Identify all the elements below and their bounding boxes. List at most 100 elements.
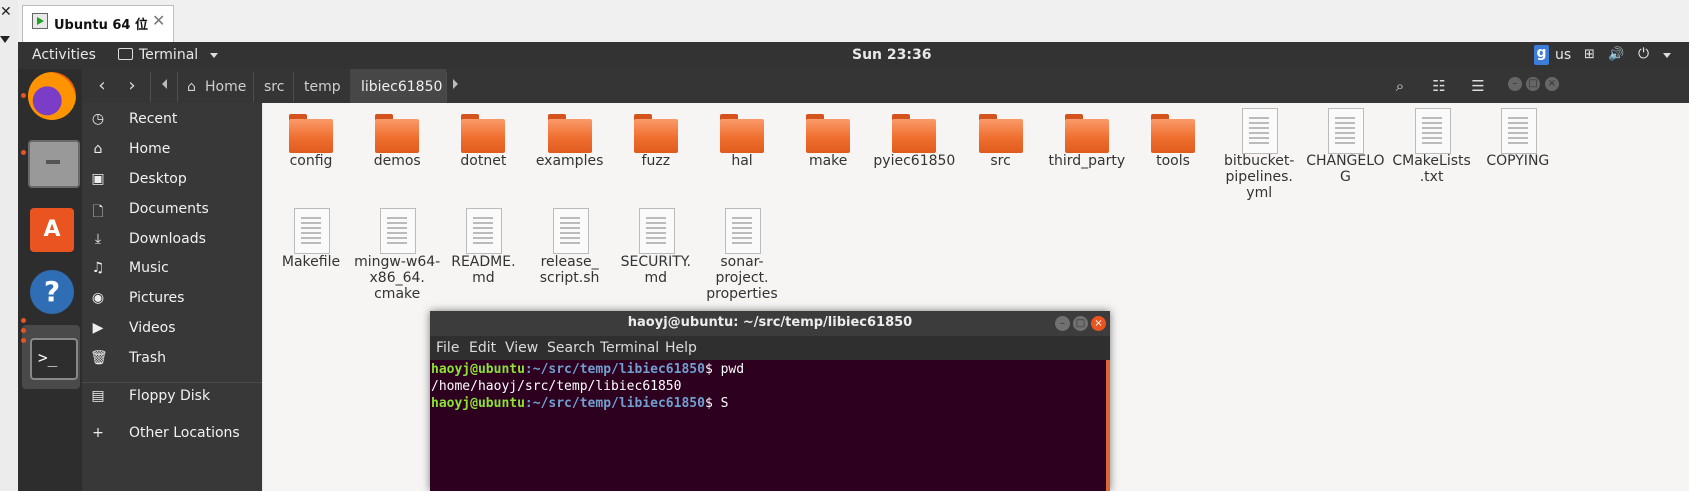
file-icon[interactable] — [638, 208, 675, 254]
folder-icon[interactable] — [633, 114, 678, 154]
file-icon[interactable] — [294, 208, 330, 254]
clock[interactable]: Sun 23:36 — [852, 47, 931, 63]
sidebar-item-documents[interactable]: Documents — [129, 201, 209, 217]
file-icon[interactable] — [725, 208, 761, 254]
folder-icon[interactable] — [806, 114, 851, 154]
file-item-label[interactable]: CMakeLists .txt — [1387, 153, 1477, 185]
back-button[interactable]: ‹ — [88, 72, 116, 100]
file-icon[interactable] — [380, 208, 417, 254]
activities-button[interactable]: Activities — [32, 47, 96, 63]
menu-file[interactable]: File — [436, 340, 459, 356]
menu-terminal[interactable]: Terminal — [600, 340, 659, 356]
sidebar-item-music[interactable]: Music — [129, 260, 169, 276]
file-icon[interactable] — [1414, 108, 1451, 154]
files-icon[interactable] — [28, 140, 80, 188]
terminal-minimize-icon[interactable]: – — [1055, 316, 1070, 331]
file-item-label[interactable]: examples — [525, 153, 615, 169]
file-icon[interactable] — [1328, 108, 1365, 154]
sidebar-divider — [82, 382, 262, 383]
other-locations-icon: + — [92, 425, 104, 441]
terminal-scrollbar[interactable] — [1106, 360, 1110, 491]
file-icon[interactable] — [552, 208, 589, 254]
menu-view[interactable]: View — [505, 340, 538, 356]
breadcrumb-current[interactable]: libiec61850 — [361, 75, 442, 99]
prompt-user: haoyj@ubuntu — [431, 396, 525, 411]
folder-icon[interactable] — [1064, 114, 1109, 154]
folder-icon[interactable] — [289, 114, 333, 154]
sidebar-item-recent[interactable]: Recent — [129, 111, 177, 127]
file-item-label[interactable]: third_party — [1042, 153, 1132, 169]
file-item-label[interactable]: src — [956, 153, 1046, 169]
file-item-label[interactable]: tools — [1128, 153, 1218, 169]
crumb-left-arrow-icon[interactable] — [162, 79, 167, 89]
network-icon[interactable]: ⊞ — [1584, 47, 1595, 62]
terminal-close-icon[interactable]: × — [1091, 316, 1106, 331]
file-item-label[interactable]: make — [783, 153, 873, 169]
host-close-icon[interactable]: ✕ — [0, 4, 12, 20]
gnome-top-bar: Activities Terminal Sun 23:36 g us ⊞ 🔊 ⏻ — [18, 42, 1689, 69]
search-icon[interactable]: ⌕ — [1386, 73, 1414, 99]
terminal-icon[interactable]: >_ — [30, 338, 78, 380]
sidebar-item-other-locations[interactable]: Other Locations — [129, 425, 240, 441]
file-item-label[interactable]: SECURITY. md — [611, 254, 701, 286]
file-item-label[interactable]: Makefile — [266, 254, 356, 270]
system-menu-chevron-icon[interactable] — [1663, 53, 1671, 58]
file-item-label[interactable]: README. md — [438, 254, 528, 286]
folder-icon[interactable] — [461, 114, 506, 154]
power-icon[interactable]: ⏻ — [1638, 46, 1649, 62]
input-method-icon[interactable]: g — [1534, 45, 1549, 65]
file-item-label[interactable]: sonar- project. properties — [697, 254, 787, 302]
running-indicator — [21, 338, 26, 343]
file-item-label[interactable]: bitbucket- pipelines. yml — [1214, 153, 1304, 201]
file-item-label[interactable]: hal — [697, 153, 787, 169]
help-icon[interactable]: ? — [30, 270, 74, 314]
videos-icon: ▶ — [92, 320, 104, 336]
file-item-label[interactable]: pyiec61850 — [869, 153, 959, 169]
forward-button[interactable]: › — [118, 72, 146, 100]
close-icon[interactable]: × — [1545, 77, 1559, 91]
folder-icon[interactable] — [547, 114, 592, 154]
vm-tab-close-icon[interactable]: ✕ — [152, 11, 165, 30]
maximize-icon[interactable]: □ — [1526, 77, 1540, 91]
sidebar-item-desktop[interactable]: Desktop — [129, 171, 187, 187]
host-dropdown-icon[interactable] — [0, 36, 10, 43]
volume-icon[interactable]: 🔊 — [1608, 47, 1624, 62]
minimize-icon[interactable]: – — [1508, 77, 1522, 91]
firefox-icon[interactable] — [28, 72, 76, 120]
terminal-maximize-icon[interactable]: □ — [1073, 316, 1088, 331]
sidebar-item-home[interactable]: Home — [129, 141, 170, 157]
crumb-right-arrow-icon[interactable] — [453, 79, 458, 89]
sidebar-item-trash[interactable]: Trash — [129, 350, 166, 366]
folder-icon[interactable] — [375, 114, 420, 154]
menu-icon[interactable]: ☰ — [1464, 73, 1492, 99]
app-menu-button[interactable]: Terminal — [139, 47, 198, 63]
file-item-label[interactable]: config — [266, 153, 356, 169]
file-item-label[interactable]: COPYING — [1473, 153, 1563, 169]
breadcrumb-temp[interactable]: temp — [304, 75, 341, 99]
folder-icon[interactable] — [978, 114, 1023, 154]
sidebar-item-pictures[interactable]: Pictures — [129, 290, 184, 306]
ubuntu-software-icon[interactable]: A — [30, 208, 74, 252]
sidebar-item-floppy-disk[interactable]: Floppy Disk — [129, 388, 210, 404]
file-item-label[interactable]: dotnet — [438, 153, 528, 169]
file-item-label[interactable]: mingw-w64- x86_64. cmake — [352, 254, 442, 302]
file-item-label[interactable]: CHANGELO G — [1300, 153, 1390, 185]
keyboard-layout[interactable]: us — [1555, 47, 1571, 63]
view-options-icon[interactable]: ☷ — [1425, 73, 1453, 99]
file-item-label[interactable]: release_ script.sh — [525, 254, 615, 286]
file-item-label[interactable]: demos — [352, 153, 442, 169]
folder-icon[interactable] — [720, 114, 764, 154]
sidebar-item-videos[interactable]: Videos — [129, 320, 176, 336]
file-icon[interactable] — [466, 208, 503, 254]
file-icon[interactable] — [1242, 108, 1279, 154]
breadcrumb-src[interactable]: src — [264, 75, 284, 99]
breadcrumb-home[interactable]: Home — [205, 75, 246, 99]
menu-help[interactable]: Help — [665, 340, 697, 356]
menu-search[interactable]: Search — [547, 340, 595, 356]
file-icon[interactable] — [1500, 108, 1537, 154]
sidebar-item-downloads[interactable]: Downloads — [129, 231, 206, 247]
menu-edit[interactable]: Edit — [469, 340, 496, 356]
folder-icon[interactable] — [1151, 114, 1195, 154]
folder-icon[interactable] — [892, 114, 937, 154]
file-item-label[interactable]: fuzz — [611, 153, 701, 169]
